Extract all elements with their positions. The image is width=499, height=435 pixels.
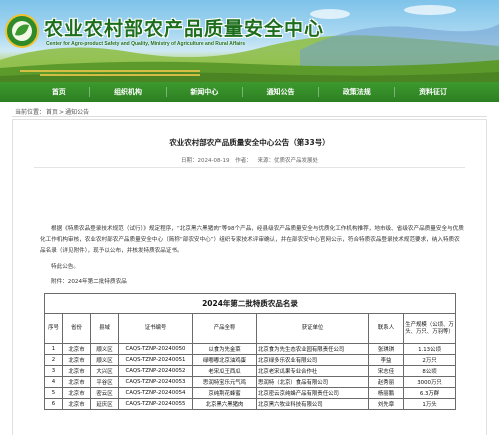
- cell-contact: 李益: [368, 354, 404, 366]
- cell-contact: 杨丽鹏: [368, 387, 404, 399]
- cell-certified-unit: 北京老宋瓜果专业合作社: [256, 365, 369, 377]
- article-attachment-link[interactable]: 附件：2024年第二批特质农品: [40, 277, 465, 288]
- site-subtitle: Center for Agro-product Safety and Quali…: [46, 41, 246, 47]
- site-logo[interactable]: [5, 14, 39, 48]
- cell-production-scale: 1.13公顷: [403, 343, 456, 355]
- cell-production-scale: 8公顷: [403, 365, 456, 377]
- cell-index: 5: [44, 387, 63, 399]
- header-index: 序号: [44, 313, 63, 344]
- article-date: 日期：2024-08-19: [181, 158, 230, 164]
- cell-certificate-no: CAQS-TZNP-20240054: [118, 387, 193, 399]
- nav-divider: [318, 87, 320, 97]
- cell-product-name: 北京黑六黑猪肉: [192, 398, 257, 410]
- cell-county: 顺义区: [90, 343, 119, 355]
- nav-divider: [89, 87, 91, 97]
- table-row: 5 北京市 密云区 CAQS-TZNP-20240054 京纯荆花蜂蜜 北京密云…: [44, 387, 456, 399]
- header-banner: 农业农村部农产品质量安全中心 Center for Agro-product S…: [0, 0, 499, 82]
- nav-subscriptions[interactable]: 资料征订: [419, 87, 447, 97]
- cell-production-scale: 6.3万群: [403, 387, 456, 399]
- cell-province: 北京市: [62, 398, 91, 410]
- main-nav: 首页 组织机构 新闻中心 通知公告 政策法规 资料征订: [0, 82, 499, 102]
- nav-divider: [394, 87, 396, 97]
- breadcrumb-divider: [12, 116, 487, 117]
- cell-production-scale: 1万头: [403, 398, 456, 410]
- breadcrumb-separator: >: [59, 109, 65, 116]
- header-county: 县域: [90, 313, 119, 344]
- table-row: 4 北京市 平谷区 CAQS-TZNP-20240053 思润特宝乐元气鸡 思润…: [44, 376, 456, 388]
- cell-index: 6: [44, 398, 63, 410]
- cell-county: 顺义区: [90, 354, 119, 366]
- cell-product-name: 绿嘟嘟北京油鸡蛋: [192, 354, 257, 366]
- breadcrumb-prefix: 当前位置：: [15, 109, 46, 116]
- cell-province: 北京市: [62, 354, 91, 366]
- table-row: 2 北京市 顺义区 CAQS-TZNP-20240051 绿嘟嘟北京油鸡蛋 北京…: [44, 354, 456, 366]
- cell-contact: 赵秀丽: [368, 376, 404, 388]
- cell-index: 1: [44, 343, 63, 355]
- cell-production-scale: 3000万只: [403, 376, 456, 388]
- nav-divider: [165, 87, 167, 97]
- product-list-table-wrapper: 2024年第二批特质农品名录 序号 省份 县域 证书编号 产品全称 获证单位 联…: [44, 293, 456, 410]
- cell-contact: 刘先章: [368, 398, 404, 410]
- nav-home[interactable]: 首页: [52, 87, 66, 97]
- nav-policies[interactable]: 政策法规: [343, 87, 371, 97]
- article-paragraph-body: 根据《特质农品登录技术规范（试行）》规定程序，“北京黑六黑猪肉”等98个产品，经…: [40, 226, 464, 254]
- article-meta: 日期：2024-08-19 作者： 来源：优质农产品发展处: [0, 156, 499, 164]
- cell-index: 2: [44, 354, 63, 366]
- table-header-row: 序号 省份 县域 证书编号 产品全称 获证单位 联系人 生产规模（公顷、万头、万…: [44, 313, 456, 344]
- cell-product-name: 以食为先金菜: [192, 343, 257, 355]
- article-source: 来源：优质农产品发展处: [257, 158, 318, 164]
- cell-province: 北京市: [62, 365, 91, 377]
- cell-certificate-no: CAQS-TZNP-20240052: [118, 365, 193, 377]
- table-caption-row: 2024年第二批特质农品名录: [44, 293, 456, 314]
- cell-certified-unit: 北京密云京纯蜂产品有限责任公司: [256, 387, 369, 399]
- cell-county: 大兴区: [90, 365, 119, 377]
- cell-certificate-no: CAQS-TZNP-20240051: [118, 354, 193, 366]
- cell-contact: 宋志佳: [368, 365, 404, 377]
- nav-news[interactable]: 新闻中心: [190, 87, 218, 97]
- cell-certified-unit: 北京绿多乐农业有限公司: [256, 354, 369, 366]
- header-province: 省份: [62, 313, 91, 344]
- header-contact: 联系人: [368, 313, 404, 344]
- product-list-table: 2024年第二批特质农品名录 序号 省份 县域 证书编号 产品全称 获证单位 联…: [44, 293, 456, 410]
- cell-production-scale: 2万只: [403, 354, 456, 366]
- cell-county: 平谷区: [90, 376, 119, 388]
- nav-divider: [241, 87, 243, 97]
- header-production-scale: 生产规模（公顷、万头、万只、万羽等）: [403, 313, 456, 344]
- cell-contact: 张琪琪: [368, 343, 404, 355]
- cell-certificate-no: CAQS-TZNP-20240050: [118, 343, 193, 355]
- site-title: 农业农村部农产品质量安全中心: [44, 18, 325, 40]
- cell-county: 密云区: [90, 387, 119, 399]
- cell-product-name: 老宋瓜王西瓜: [192, 365, 257, 377]
- cell-province: 北京市: [62, 387, 91, 399]
- header-certificate-no: 证书编号: [118, 313, 193, 344]
- article-author: 作者：: [235, 158, 252, 164]
- cell-index: 3: [44, 365, 63, 377]
- cell-certified-unit: 北京食为先生态农业园有限责任公司: [256, 343, 369, 355]
- table-row: 1 北京市 顺义区 CAQS-TZNP-20240050 以食为先金菜 北京食为…: [44, 343, 456, 355]
- article-divider: [34, 167, 465, 168]
- cell-province: 北京市: [62, 343, 91, 355]
- table-caption: 2024年第二批特质农品名录: [44, 293, 456, 314]
- cell-certified-unit: 北京黑六牧业科技有限公司: [256, 398, 369, 410]
- nav-notices[interactable]: 通知公告: [267, 87, 295, 97]
- cell-certificate-no: CAQS-TZNP-20240055: [118, 398, 193, 410]
- header-product-name: 产品全称: [192, 313, 257, 344]
- header-certified-unit: 获证单位: [256, 313, 369, 344]
- cell-product-name: 思润特宝乐元气鸡: [192, 376, 257, 388]
- nav-organization[interactable]: 组织机构: [114, 87, 142, 97]
- cell-county: 延庆区: [90, 398, 119, 410]
- article-paragraph-closing: 特此公告。: [51, 264, 79, 270]
- cell-index: 4: [44, 376, 63, 388]
- breadcrumb-home-link[interactable]: 首页: [46, 109, 58, 116]
- article-title: 农业农村部农产品质量安全中心公告（第33号）: [169, 138, 330, 147]
- cell-certificate-no: CAQS-TZNP-20240053: [118, 376, 193, 388]
- breadcrumb: 当前位置：首页>通知公告: [15, 107, 90, 116]
- table-row: 6 北京市 延庆区 CAQS-TZNP-20240055 北京黑六黑猪肉 北京黑…: [44, 398, 456, 410]
- table-row: 3 北京市 大兴区 CAQS-TZNP-20240052 老宋瓜王西瓜 北京老宋…: [44, 365, 456, 377]
- cell-certified-unit: 思润特（北京）食品有限公司: [256, 376, 369, 388]
- cell-product-name: 京纯荆花蜂蜜: [192, 387, 257, 399]
- cell-province: 北京市: [62, 376, 91, 388]
- breadcrumb-current-link[interactable]: 通知公告: [65, 109, 89, 116]
